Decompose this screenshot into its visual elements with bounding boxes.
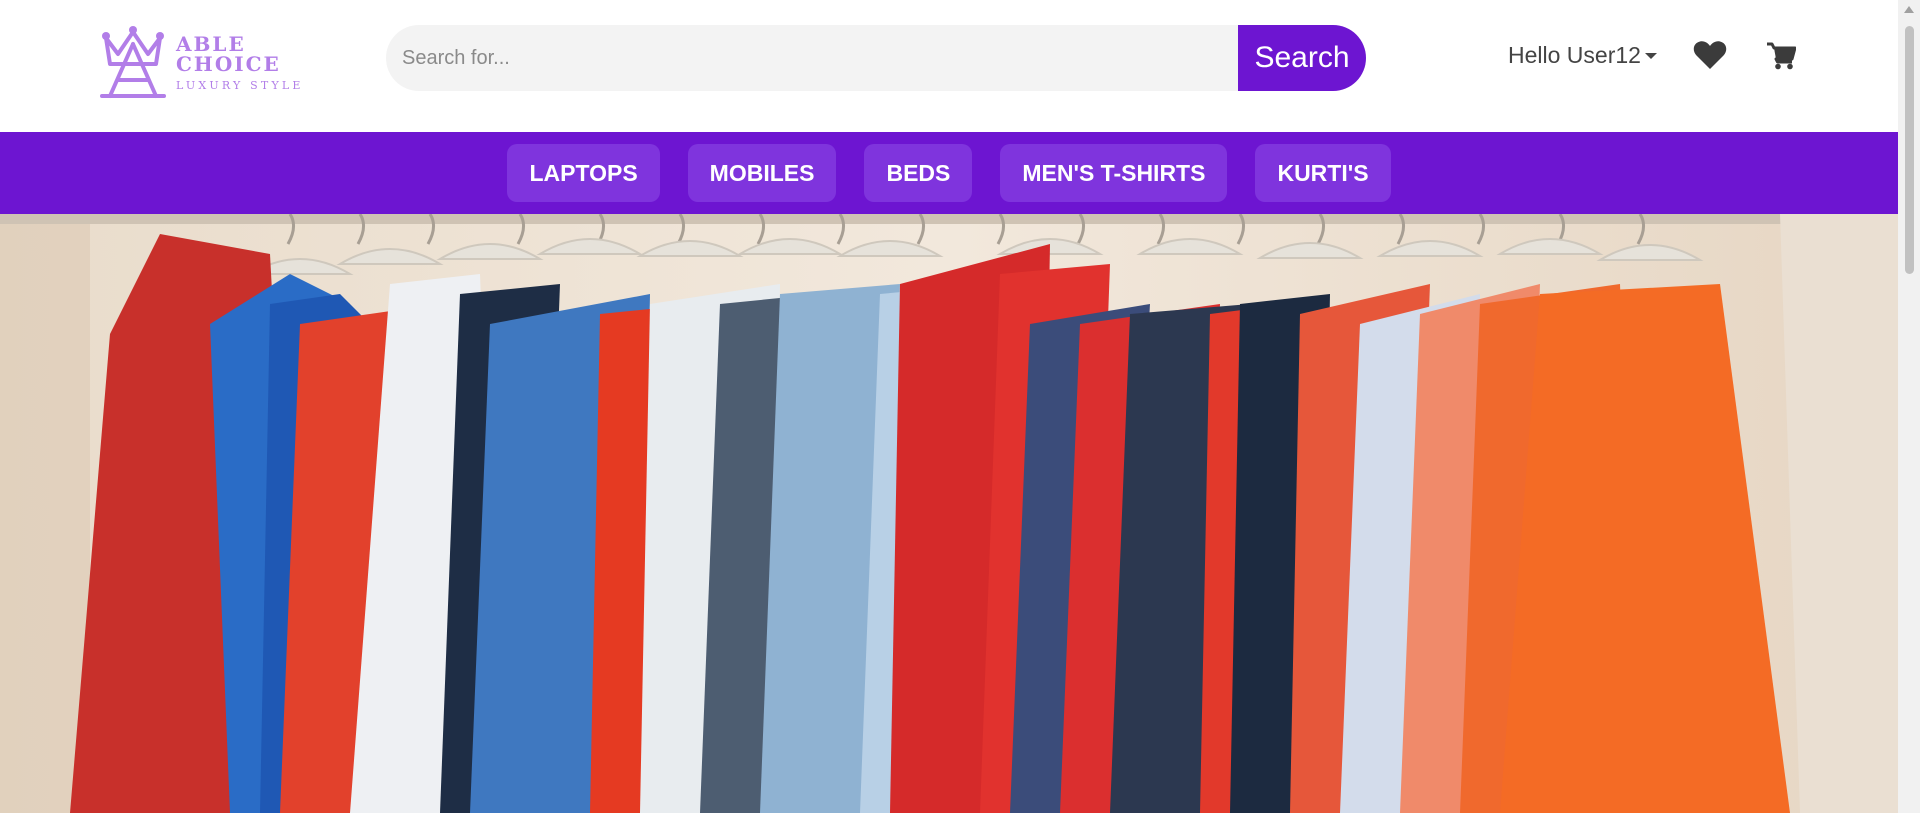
nav-item-kurtis[interactable]: KURTI'S bbox=[1255, 144, 1391, 202]
search-input[interactable] bbox=[386, 25, 1238, 91]
wishlist-button[interactable] bbox=[1693, 40, 1727, 70]
scroll-up-arrow-icon[interactable] bbox=[1904, 6, 1914, 13]
nav-item-laptops[interactable]: LAPTOPS bbox=[507, 144, 660, 202]
brand-tagline: LUXURY STYLE bbox=[176, 78, 304, 92]
cart-icon bbox=[1767, 42, 1797, 70]
site-header: ABLE CHOICE LUXURY STYLE Search Hello Us… bbox=[0, 0, 1898, 132]
search-bar: Search bbox=[386, 25, 1366, 91]
nav-item-beds[interactable]: BEDS bbox=[864, 144, 973, 202]
nav-item-mobiles[interactable]: MOBILES bbox=[687, 144, 837, 202]
user-menu-dropdown[interactable]: Hello User12 bbox=[1508, 42, 1657, 69]
category-navbar: LAPTOPS MOBILES BEDS MEN'S T-SHIRTS KURT… bbox=[0, 132, 1898, 214]
crown-logo-icon bbox=[100, 26, 166, 98]
brand-name: ABLE CHOICE bbox=[176, 31, 281, 76]
heart-icon bbox=[1693, 41, 1727, 69]
scrollbar-thumb[interactable] bbox=[1905, 26, 1914, 274]
search-button[interactable]: Search bbox=[1238, 25, 1366, 91]
hero-banner-image bbox=[0, 214, 1898, 813]
brand-logo[interactable]: ABLE CHOICE LUXURY STYLE bbox=[98, 24, 348, 100]
user-greeting: Hello User12 bbox=[1508, 42, 1641, 68]
cart-button[interactable] bbox=[1766, 42, 1797, 70]
caret-down-icon bbox=[1644, 52, 1657, 59]
clothes-rack-illustration bbox=[0, 214, 1898, 813]
page-scrollbar[interactable] bbox=[1898, 0, 1920, 813]
nav-item-mens-tshirts[interactable]: MEN'S T-SHIRTS bbox=[1000, 144, 1228, 202]
